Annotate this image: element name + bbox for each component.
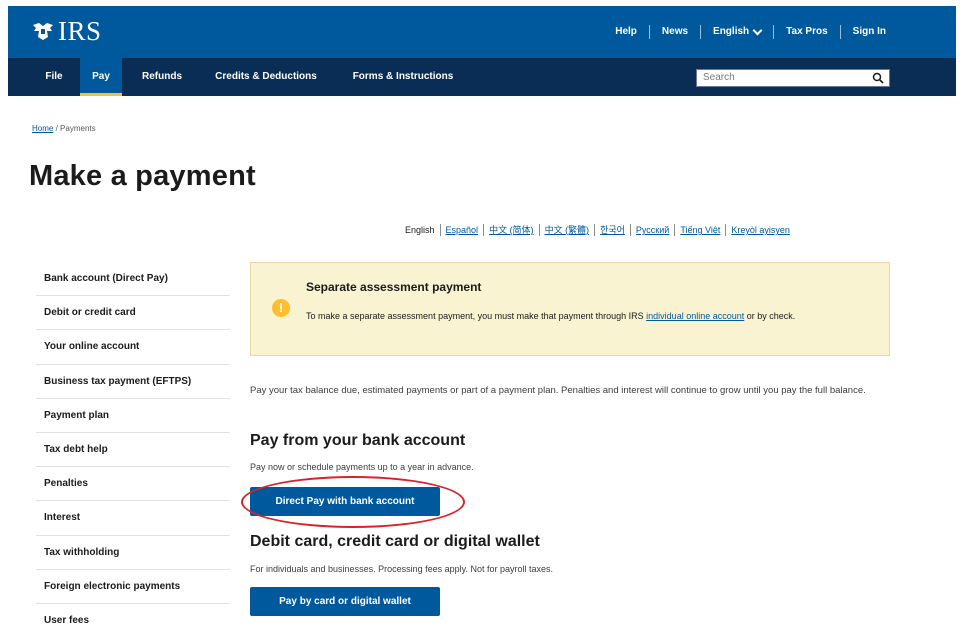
sidebar-item-penalties[interactable]: Penalties xyxy=(36,467,230,502)
irs-logo[interactable]: IRS xyxy=(30,14,102,48)
lang-russian[interactable]: Русский xyxy=(631,224,676,236)
language-menu[interactable]: English xyxy=(701,25,775,39)
chevron-down-icon xyxy=(752,25,763,35)
breadcrumb-home[interactable]: Home xyxy=(32,124,53,133)
lang-haitian-creole[interactable]: Kreyòl ayisyen xyxy=(726,224,795,236)
direct-pay-button[interactable]: Direct Pay with bank account xyxy=(250,487,440,516)
search-icon[interactable] xyxy=(872,72,884,84)
main-nav: File Pay Refunds Credits & Deductions Fo… xyxy=(8,58,956,96)
nav-credits-deductions[interactable]: Credits & Deductions xyxy=(202,58,330,96)
online-account-link[interactable]: individual online account xyxy=(646,311,744,321)
eagle-icon xyxy=(33,23,53,40)
lang-korean[interactable]: 한국어 xyxy=(595,224,631,236)
sidebar-nav: Bank account (Direct Pay) Debit or credi… xyxy=(36,262,230,630)
sidebar-item-payment-plan[interactable]: Payment plan xyxy=(36,399,230,433)
sidebar-item-eftps[interactable]: Business tax payment (EFTPS) xyxy=(36,365,230,399)
sidebar-item-interest[interactable]: Interest xyxy=(36,501,230,536)
bank-section-subtext: Pay now or schedule payments up to a yea… xyxy=(250,462,474,472)
sign-in-link[interactable]: Sign In xyxy=(841,25,898,39)
utility-nav: Help News English Tax Pros Sign In xyxy=(603,6,898,58)
alert-heading: Separate assessment payment xyxy=(306,280,482,294)
sidebar-item-foreign-payments[interactable]: Foreign electronic payments xyxy=(36,570,230,604)
alert-text: To make a separate assessment payment, y… xyxy=(306,311,647,321)
card-section-heading: Debit card, credit card or digital walle… xyxy=(250,533,540,550)
tax-pros-link[interactable]: Tax Pros xyxy=(774,25,841,39)
warning-alert: ! Separate assessment payment To make a … xyxy=(250,262,890,356)
search-placeholder: Search xyxy=(703,72,735,83)
news-link[interactable]: News xyxy=(650,25,702,39)
sidebar-item-tax-withholding[interactable]: Tax withholding xyxy=(36,536,230,570)
nav-refunds[interactable]: Refunds xyxy=(132,58,192,96)
site-header: IRS Help News English Tax Pros Sign In xyxy=(8,6,956,58)
language-links: English Español 中文 (简体) 中文 (繁體) 한국어 Русс… xyxy=(400,224,795,236)
sidebar-item-direct-pay[interactable]: Bank account (Direct Pay) xyxy=(36,262,230,297)
nav-file[interactable]: File xyxy=(34,58,74,96)
logo-text: IRS xyxy=(58,15,102,46)
lang-english: English xyxy=(400,224,441,236)
search-input[interactable]: Search xyxy=(696,69,890,87)
sidebar-item-user-fees[interactable]: User fees xyxy=(36,604,230,630)
help-link[interactable]: Help xyxy=(603,25,650,39)
intro-text: Pay your tax balance due, estimated paym… xyxy=(250,385,866,396)
breadcrumb-separator: / xyxy=(55,124,58,133)
language-label: English xyxy=(713,26,750,37)
lang-spanish[interactable]: Español xyxy=(441,224,485,236)
card-section-subtext: For individuals and businesses. Processi… xyxy=(250,564,553,574)
bank-section-heading: Pay from your bank account xyxy=(250,432,466,449)
page-title: Make a payment xyxy=(29,160,256,192)
alert-body: To make a separate assessment payment, y… xyxy=(306,307,846,325)
breadcrumb: Home / Payments xyxy=(32,124,96,133)
nav-forms-instructions[interactable]: Forms & Instructions xyxy=(340,58,466,96)
warning-icon: ! xyxy=(272,299,290,317)
sidebar-item-online-account[interactable]: Your online account xyxy=(36,330,230,365)
lang-chinese-traditional[interactable]: 中文 (繁體) xyxy=(540,224,596,236)
sidebar-item-card[interactable]: Debit or credit card xyxy=(36,296,230,331)
lang-chinese-simplified[interactable]: 中文 (简体) xyxy=(484,224,540,236)
breadcrumb-current: Payments xyxy=(60,124,96,133)
lang-vietnamese[interactable]: Tiếng Việt xyxy=(675,224,727,236)
alert-text-end: or by check. xyxy=(744,311,796,321)
pay-by-card-button[interactable]: Pay by card or digital wallet xyxy=(250,587,440,616)
sidebar-item-tax-debt-help[interactable]: Tax debt help xyxy=(36,433,230,468)
nav-pay[interactable]: Pay xyxy=(80,58,122,96)
